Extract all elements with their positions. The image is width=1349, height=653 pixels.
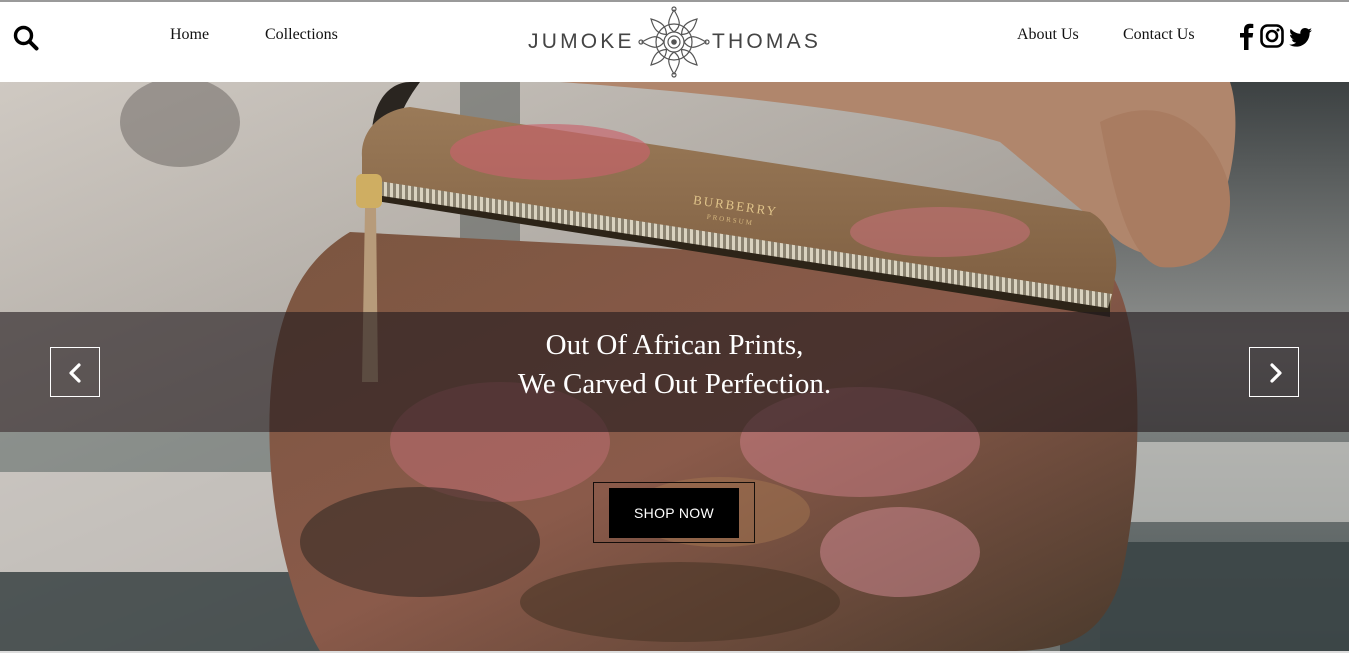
caption-overlay: Out Of African Prints, We Carved Out Per… [0, 312, 1349, 432]
nav-contact[interactable]: Contact Us [1123, 26, 1195, 44]
nav-home[interactable]: Home [170, 26, 209, 44]
hero-caption: Out Of African Prints, We Carved Out Per… [0, 326, 1349, 404]
twitter-icon[interactable] [1289, 22, 1313, 50]
prev-slide-button[interactable] [50, 347, 100, 397]
facebook-icon[interactable] [1238, 22, 1254, 50]
hero-caption-line1: Out Of African Prints, [545, 329, 804, 361]
brand-logo[interactable]: JUMOKE THOMAS [526, 6, 826, 80]
chevron-left-icon [69, 363, 81, 383]
instagram-icon[interactable] [1260, 22, 1284, 50]
mandala-icon [638, 6, 710, 78]
site-header: Home Collections JUMOKE THOMAS About Us … [0, 2, 1349, 82]
shop-now-button[interactable]: SHOP NOW [609, 488, 739, 538]
brand-name-right: THOMAS [712, 30, 822, 53]
chevron-right-icon [1270, 363, 1282, 383]
hero-slider: BURBERRY PRORSUM Out Of African Prints, … [0, 82, 1349, 651]
brand-name-left: JUMOKE [528, 30, 635, 53]
hero-caption-line2: We Carved Out Perfection. [517, 368, 832, 400]
search-icon[interactable] [12, 24, 40, 52]
nav-about[interactable]: About Us [1017, 26, 1079, 44]
nav-collections[interactable]: Collections [265, 26, 338, 44]
next-slide-button[interactable] [1249, 347, 1299, 397]
